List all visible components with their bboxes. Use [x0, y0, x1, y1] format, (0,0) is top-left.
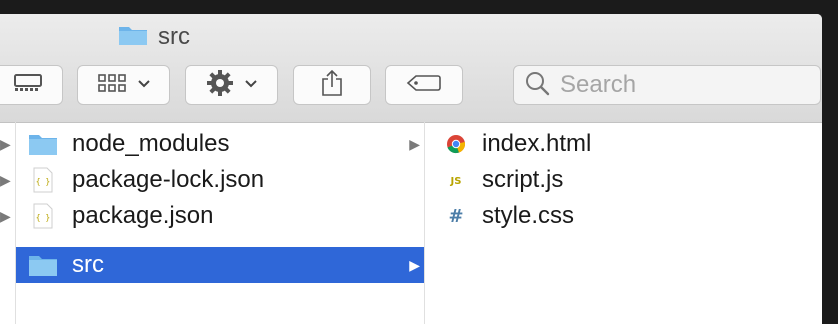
search-input[interactable] [558, 70, 802, 100]
disclosure-arrow-icon: ▶ [0, 208, 11, 224]
list-item-package-json[interactable]: { } package.json [16, 198, 424, 234]
item-label: src [72, 251, 104, 278]
desktop-background [0, 0, 822, 14]
group-by-button[interactable] [77, 65, 170, 105]
item-label: script.js [482, 166, 564, 193]
browser-column-2: index.html JS script.js # style.css [425, 122, 822, 324]
finder-window: src Search ▶ ▶ ▶ node_modules ▶ {} pack… [0, 14, 822, 324]
search-field[interactable] [513, 65, 821, 105]
disclosure-arrow-icon: ▶ [409, 256, 420, 273]
disclosure-arrow-icon: ▶ [409, 135, 420, 152]
action-button[interactable] [185, 65, 278, 105]
chevron-down-icon [244, 76, 258, 94]
list-item-style-css[interactable]: # style.css [425, 198, 822, 234]
desktop-background-right [822, 0, 838, 324]
folder-icon [28, 252, 58, 278]
chevron-down-icon [137, 76, 151, 94]
gallery-view-icon [13, 73, 43, 98]
json-file-icon: { } [28, 167, 58, 193]
svg-text:#: # [448, 206, 463, 227]
item-label: package.json [72, 202, 214, 229]
folder-icon [28, 131, 58, 157]
tags-button[interactable] [385, 65, 463, 105]
json-file-icon: { } [28, 203, 58, 229]
window-title-text: src [158, 23, 190, 50]
list-item-script-js[interactable]: JS script.js [425, 162, 822, 198]
list-item-src[interactable]: src ▶ [16, 247, 424, 283]
item-label: package-lock.json [72, 166, 265, 193]
svg-text:JS: JS [450, 176, 462, 187]
parent-column-edge: ▶ ▶ ▶ [0, 122, 16, 324]
view-mode-button[interactable] [0, 65, 63, 105]
item-label: style.css [482, 202, 575, 229]
list-item-package-lock-json[interactable]: { } package-lock.json [16, 162, 424, 198]
folder-icon [118, 24, 148, 51]
disclosure-arrow-icon: ▶ [0, 172, 11, 188]
grid-icon [97, 73, 127, 98]
disclosure-arrow-icon: ▶ [0, 136, 11, 152]
share-icon [320, 69, 344, 102]
tag-icon [406, 73, 442, 98]
window-title: src [118, 23, 190, 51]
gear-icon [206, 69, 234, 102]
browser-column-1: node_modules ▶ { } package-lock.json { }… [16, 122, 425, 324]
list-item-node-modules[interactable]: node_modules ▶ [16, 126, 424, 162]
share-button[interactable] [293, 65, 371, 105]
svg-text:{ }: { } [36, 177, 50, 186]
item-label: index.html [482, 130, 592, 157]
js-file-icon: JS [441, 167, 471, 193]
chrome-html-file-icon [441, 131, 471, 157]
css-file-icon: # [441, 203, 471, 229]
toolbar: src [0, 14, 822, 123]
magnifier-icon [524, 70, 550, 101]
item-label: node_modules [72, 130, 230, 157]
list-item-index-html[interactable]: index.html [425, 126, 822, 162]
svg-text:{ }: { } [36, 213, 50, 222]
